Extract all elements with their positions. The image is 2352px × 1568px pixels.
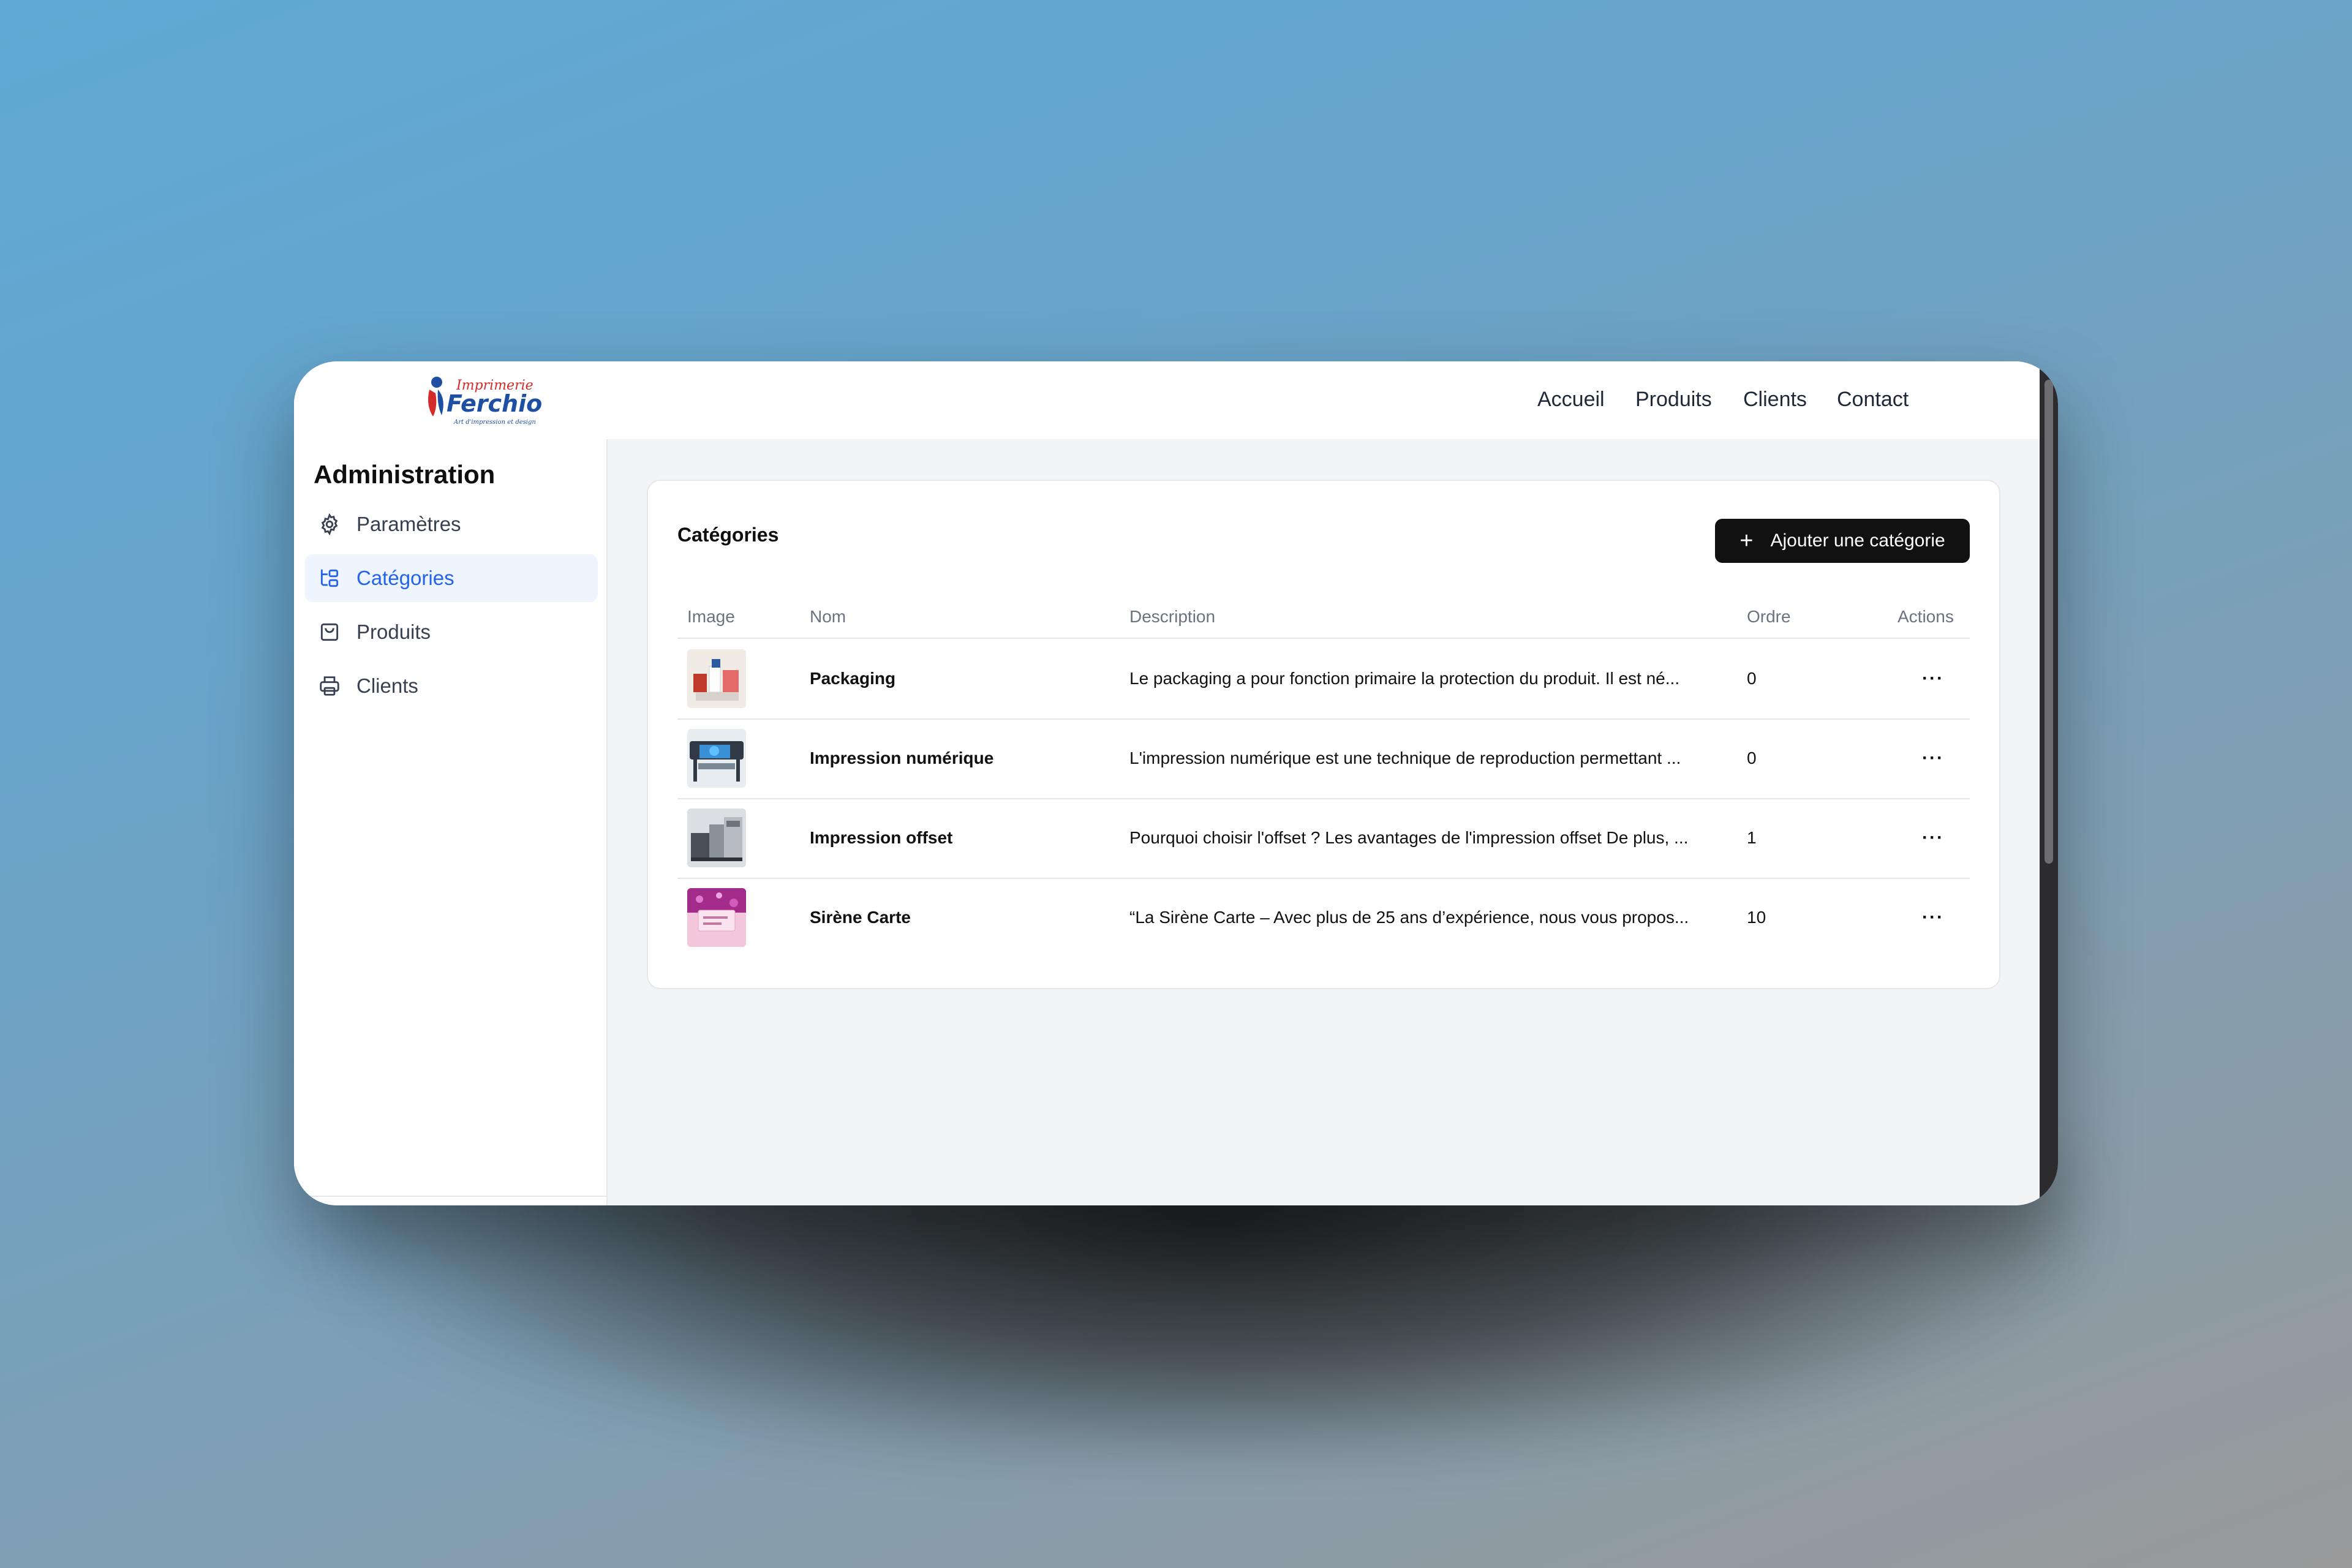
table-row: Sirène Carte “La Sirène Carte – Avec plu… — [677, 878, 1970, 957]
svg-text:Ferchiou: Ferchiou — [447, 390, 542, 417]
category-name: Impression numérique — [810, 748, 994, 767]
nav-link-produits[interactable]: Produits — [1635, 388, 1712, 412]
category-name: Impression offset — [810, 828, 953, 847]
column-header-ordre: Ordre — [1747, 607, 1791, 626]
sidebar-item-label: Paramètres — [356, 513, 461, 535]
category-order: 1 — [1747, 828, 1757, 847]
row-actions-button[interactable]: ··· — [1902, 878, 1964, 957]
category-tree-icon — [317, 566, 342, 590]
scrollbar-thumb[interactable] — [2045, 380, 2053, 864]
nav-link-accueil[interactable]: Accueil — [1537, 388, 1605, 412]
category-description: Le packaging a pour fonction primaire la… — [1129, 669, 1680, 688]
nav-link-contact[interactable]: Contact — [1837, 388, 1909, 412]
category-thumbnail-impression-numerique — [687, 729, 746, 788]
column-header-nom: Nom — [810, 607, 846, 626]
svg-text:Art d'impression et design: Art d'impression et design — [453, 419, 536, 426]
sidebar-item-clients[interactable]: Clients — [305, 662, 598, 710]
ferchiou-logo-icon: Imprimerie Ferchiou Art d'impression et … — [428, 377, 559, 426]
nav-link-clients[interactable]: Clients — [1743, 388, 1807, 412]
sidebar-item-categories[interactable]: Catégories — [305, 554, 598, 602]
category-thumbnail-impression-offset — [687, 809, 746, 867]
printer-icon — [317, 674, 342, 698]
main-content: Catégories + Ajouter une catégorie Image… — [608, 439, 2040, 1205]
sidebar-divider — [294, 1196, 606, 1197]
add-category-label: Ajouter une catégorie — [1770, 530, 1945, 551]
sidebar-item-label: Catégories — [356, 567, 454, 589]
browser-window: Imprimerie Ferchiou Art d'impression et … — [294, 361, 2058, 1205]
category-thumbnail-packaging — [687, 649, 746, 708]
sidebar-item-label: Produits — [356, 620, 431, 643]
category-description: “La Sirène Carte – Avec plus de 25 ans d… — [1129, 908, 1689, 927]
add-category-button[interactable]: + Ajouter une catégorie — [1715, 519, 1970, 563]
column-header-actions: Actions — [1898, 607, 1954, 626]
admin-sidebar: Administration Paramètres Catégories Pro… — [294, 439, 608, 1205]
category-name: Packaging — [810, 669, 896, 688]
sidebar-title: Administration — [314, 460, 496, 489]
category-order: 10 — [1747, 908, 1766, 927]
gear-icon — [317, 512, 342, 537]
card-title: Catégories — [677, 524, 779, 546]
column-header-description: Description — [1129, 607, 1216, 626]
sidebar-item-parametres[interactable]: Paramètres — [305, 500, 598, 548]
sidebar-item-produits[interactable]: Produits — [305, 608, 598, 656]
sidebar-item-label: Clients — [356, 674, 418, 697]
row-actions-button[interactable]: ··· — [1902, 639, 1964, 718]
shopping-bag-icon — [317, 620, 342, 644]
table-row: Impression offset Pourquoi choisir l'off… — [677, 798, 1970, 879]
table-row: Impression numérique L'impression numéri… — [677, 718, 1970, 799]
plus-icon: + — [1740, 528, 1754, 554]
category-name: Sirène Carte — [810, 908, 911, 927]
row-actions-button[interactable]: ··· — [1902, 798, 1964, 878]
category-thumbnail-sirene-carte — [687, 888, 746, 947]
category-description: Pourquoi choisir l'offset ? Les avantage… — [1129, 828, 1689, 847]
scrollbar-track[interactable] — [2040, 361, 2058, 1205]
category-description: L'impression numérique est une technique… — [1129, 748, 1681, 767]
brand-logo[interactable]: Imprimerie Ferchiou Art d'impression et … — [420, 369, 559, 430]
top-navbar: Imprimerie Ferchiou Art d'impression et … — [294, 361, 2040, 439]
categories-card: Catégories + Ajouter une catégorie Image… — [647, 480, 2000, 989]
table-row: Packaging Le packaging a pour fonction p… — [677, 639, 1970, 720]
category-order: 0 — [1747, 669, 1757, 688]
category-order: 0 — [1747, 748, 1757, 767]
row-actions-button[interactable]: ··· — [1902, 718, 1964, 798]
column-header-image: Image — [687, 607, 735, 626]
